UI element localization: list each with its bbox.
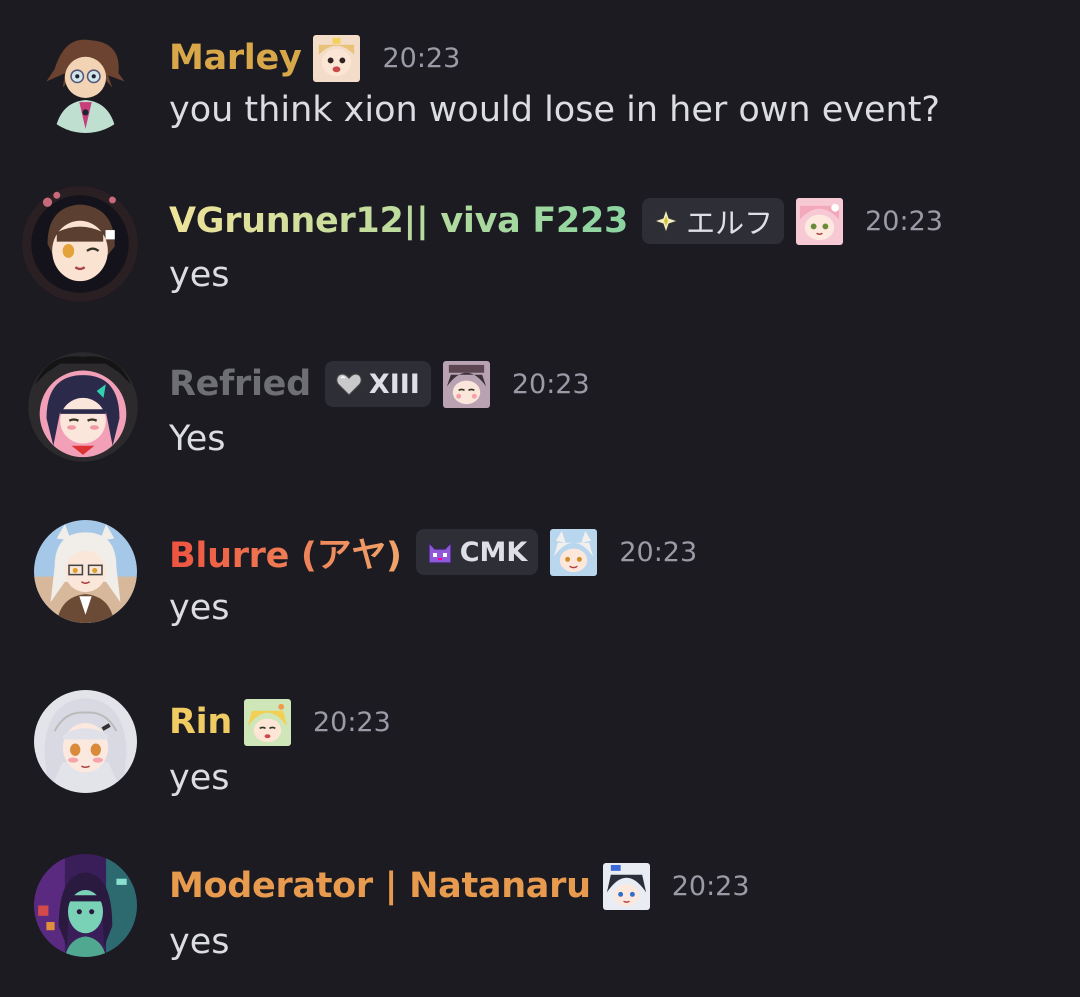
message-text: yes (169, 758, 230, 798)
avatar[interactable] (34, 690, 137, 793)
message-text: yes (169, 922, 230, 962)
role-tag[interactable]: エルフ (642, 198, 785, 244)
emoji-badge-icon (550, 528, 598, 576)
avatar[interactable] (34, 854, 137, 957)
purple-cat-icon (428, 541, 452, 564)
author-name[interactable]: Refried (169, 364, 311, 404)
message: Blurre (アヤ) CMK 20:23 yes (0, 498, 1080, 658)
message-header: VGrunner12|| viva F223 エルフ 20:23 (169, 193, 943, 249)
emoji-badge-icon (602, 862, 650, 910)
message: Moderator | Natanaru 20:23 yes (0, 832, 1080, 992)
author-name[interactable]: Marley (169, 38, 302, 78)
author-name[interactable]: VGrunner12|| viva F223 (169, 201, 628, 241)
role-tag-label: XIII (368, 368, 420, 400)
avatar[interactable] (26, 350, 140, 464)
message-text: Yes (169, 419, 226, 459)
role-tag-label: CMK (459, 536, 528, 568)
avatar[interactable] (34, 30, 137, 133)
chat-message-list: Marley 20:23 you think xion would lose i… (0, 0, 1080, 997)
four-point-star-icon (652, 207, 680, 235)
emoji-badge-icon (442, 360, 490, 408)
emoji-badge-icon (313, 34, 361, 82)
timestamp: 20:23 (312, 706, 391, 738)
message-text: yes (169, 588, 230, 628)
message-header: Moderator | Natanaru 20:23 (169, 858, 750, 914)
author-name[interactable]: Moderator | Natanaru (169, 866, 591, 906)
emoji-badge-icon (796, 197, 844, 245)
timestamp: 20:23 (865, 205, 943, 237)
emoji-badge-icon (243, 698, 291, 746)
message: Rin 20:23 yes (0, 668, 1080, 828)
role-tag-label: エルフ (686, 206, 774, 240)
message-text: you think xion would lose in her own eve… (169, 90, 940, 130)
message-header: Blurre (アヤ) CMK 20:23 (169, 524, 697, 580)
timestamp: 20:23 (382, 42, 461, 74)
message: VGrunner12|| viva F223 エルフ 20:23 yes (0, 164, 1080, 324)
message-header: Marley 20:23 (169, 30, 460, 86)
avatar[interactable] (34, 520, 137, 623)
timestamp: 20:23 (671, 870, 750, 902)
message: Marley 20:23 you think xion would lose i… (0, 0, 1080, 160)
gray-heart-icon (336, 373, 362, 396)
message-header: Rin 20:23 (169, 694, 391, 750)
message: Refried XIII 20:23 Yes (0, 328, 1080, 488)
message-header: Refried XIII 20:23 (169, 356, 590, 412)
author-name[interactable]: Rin (169, 702, 232, 742)
timestamp: 20:23 (511, 368, 590, 400)
avatar[interactable] (22, 186, 138, 302)
role-tag[interactable]: CMK (415, 529, 539, 575)
timestamp: 20:23 (619, 536, 698, 568)
author-name[interactable]: Blurre (アヤ) (169, 527, 402, 578)
message-text: yes (169, 255, 230, 295)
role-tag[interactable]: XIII (324, 361, 431, 407)
